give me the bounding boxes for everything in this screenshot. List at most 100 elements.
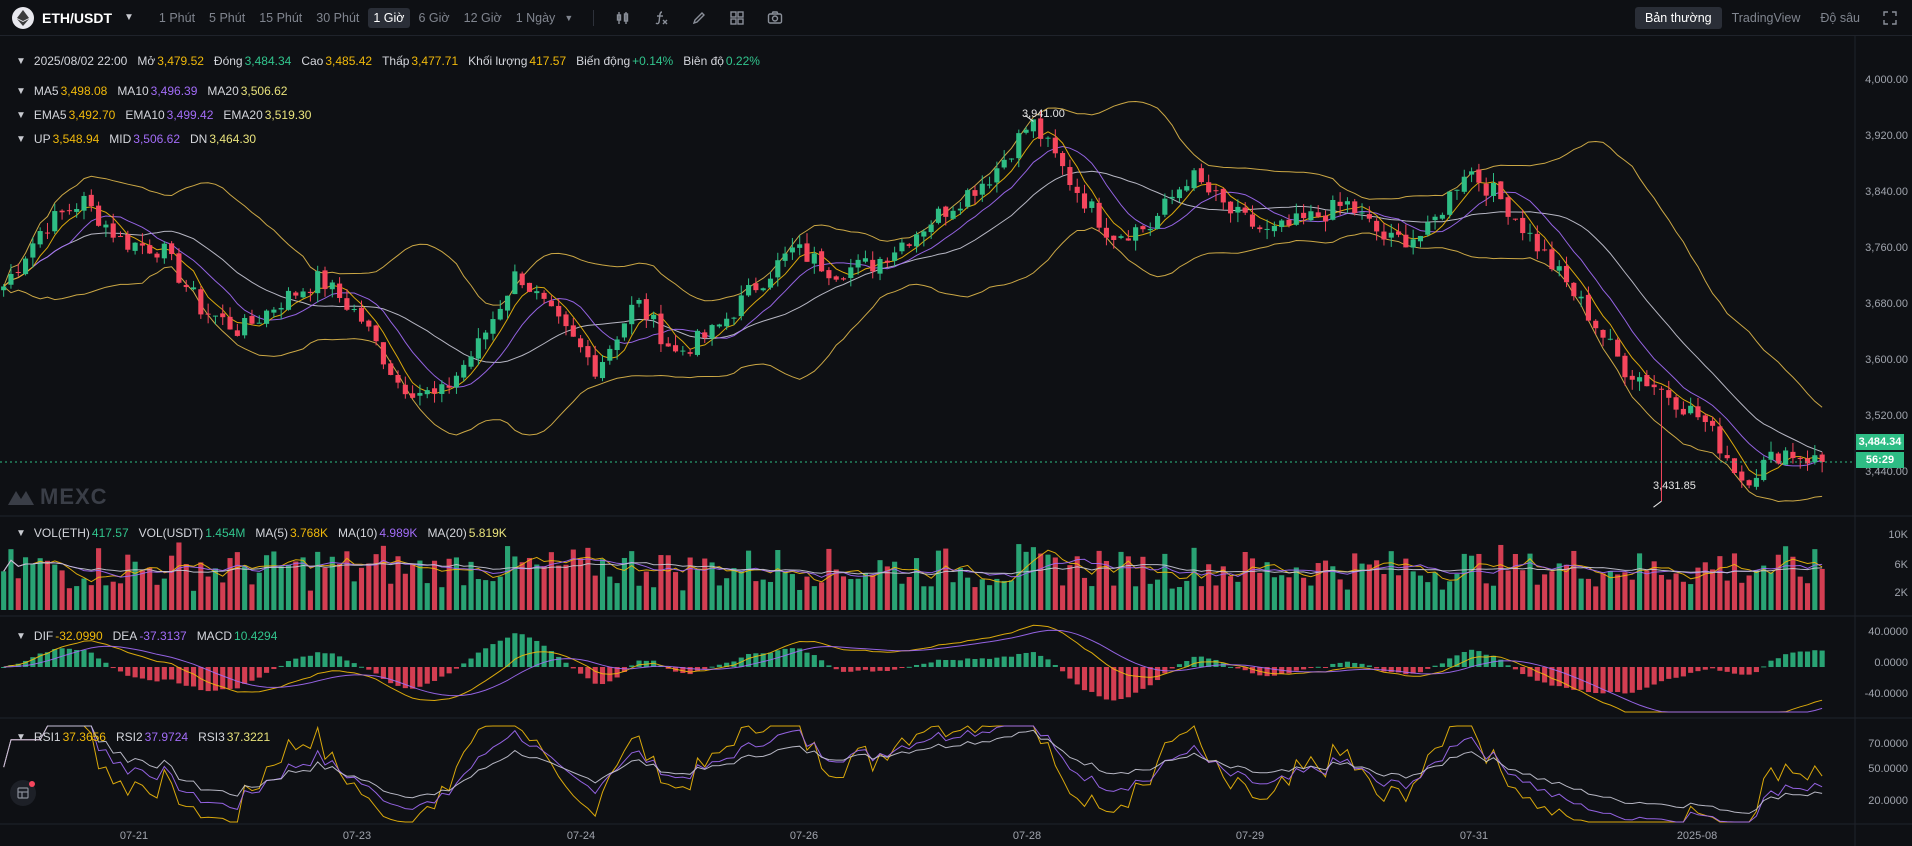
candle-body <box>1045 137 1051 139</box>
macd-histogram-bar <box>636 660 642 667</box>
kline-chart[interactable] <box>0 36 1912 846</box>
ema20-value: 3,519.30 <box>264 108 312 122</box>
volume-bar <box>1637 553 1643 610</box>
view-standard[interactable]: Bản thường <box>1634 7 1722 29</box>
ma10-value: 3,496.39 <box>150 84 198 98</box>
candle-body <box>621 323 627 338</box>
macd-histogram-bar <box>1717 667 1723 671</box>
volume-bar <box>278 566 284 610</box>
date-tick: 07-29 <box>1235 830 1265 842</box>
candle-body <box>1228 201 1234 214</box>
volume-bar <box>1680 581 1686 610</box>
candle-body <box>1096 202 1102 228</box>
camera-icon[interactable] <box>764 7 786 29</box>
candle-body <box>344 298 350 310</box>
volume-bar <box>899 583 905 610</box>
macd-histogram-bar <box>1125 667 1131 698</box>
volume-bar <box>1096 550 1102 610</box>
view-tradingview[interactable]: TradingView <box>1722 7 1811 29</box>
volume-bar <box>169 555 175 610</box>
formula-icon[interactable] <box>650 7 672 29</box>
chevron-down-icon[interactable]: ▼ <box>16 56 26 67</box>
chart-settings-button[interactable] <box>10 780 36 806</box>
chevron-down-icon[interactable]: ▼ <box>124 12 134 23</box>
indicator-icon[interactable] <box>612 7 634 29</box>
macd-histogram-bar <box>592 667 598 684</box>
chevron-down-icon[interactable]: ▼ <box>16 732 26 743</box>
macd-histogram-bar <box>840 667 847 672</box>
interval-1m[interactable]: 1 Phút <box>154 8 200 28</box>
volume-bar <box>190 590 197 610</box>
macd-histogram-bar <box>1731 667 1738 674</box>
macd-histogram-bar <box>870 667 876 672</box>
volume-bar <box>709 562 715 610</box>
volume-bar <box>337 563 343 610</box>
chevron-down-icon[interactable]: ▼ <box>16 134 26 145</box>
volume-bar <box>249 584 255 610</box>
interval-1h[interactable]: 1 Giờ <box>368 7 410 28</box>
candle-body <box>607 348 613 361</box>
macd-histogram-bar <box>965 658 971 667</box>
volume-bar <box>1242 551 1248 610</box>
price-tick: 3,920.00 <box>1865 130 1908 142</box>
macd-label: MACD <box>196 629 233 643</box>
boll-lower-line <box>3 227 1823 503</box>
candle-body <box>614 339 620 351</box>
volume-bar <box>52 564 58 610</box>
volume-bar <box>366 563 372 610</box>
interval-15m[interactable]: 15 Phút <box>254 8 307 28</box>
volume-bar <box>738 570 744 610</box>
volume-bar <box>848 579 854 610</box>
open-value: 3,479.52 <box>157 54 204 68</box>
candle-body <box>1271 225 1277 232</box>
view-depth[interactable]: Độ sâu <box>1810 7 1870 29</box>
interval-1d[interactable]: 1 Ngày <box>511 8 561 28</box>
chevron-down-icon[interactable]: ▼ <box>564 13 573 23</box>
candle-body <box>8 273 14 285</box>
chevron-down-icon[interactable]: ▼ <box>16 110 26 121</box>
candle-body <box>1607 338 1613 340</box>
volume-bar <box>424 583 430 610</box>
chevron-down-icon[interactable]: ▼ <box>16 528 26 539</box>
candle-body <box>88 194 94 207</box>
macd-histogram-bar <box>1607 667 1613 692</box>
chevron-down-icon[interactable]: ▼ <box>16 631 26 642</box>
volume-bar <box>256 572 262 610</box>
interval-6h[interactable]: 6 Giờ <box>414 8 455 28</box>
candle-body <box>278 307 284 310</box>
interval-12h[interactable]: 12 Giờ <box>459 8 507 28</box>
volume-bar <box>1330 566 1336 610</box>
macd-histogram-bar <box>1432 665 1438 667</box>
volume-bar <box>1731 553 1738 610</box>
candle-body <box>1213 190 1219 192</box>
macd-histogram-bar <box>212 667 218 691</box>
macd-histogram-bar <box>1615 667 1621 693</box>
price-tick: 3,520.00 <box>1865 410 1908 422</box>
pencil-icon[interactable] <box>688 7 710 29</box>
boll-up-value: 3,548.94 <box>52 132 100 146</box>
pair-name: ETH/USDT <box>42 9 112 26</box>
macd-histogram-bar <box>935 659 942 667</box>
interval-30m[interactable]: 30 Phút <box>311 8 364 28</box>
macd-histogram-bar <box>1293 667 1299 671</box>
volume-bar <box>264 555 270 610</box>
fullscreen-icon[interactable] <box>1878 6 1902 30</box>
volume-bar <box>987 585 993 610</box>
volume-bar <box>1549 571 1555 610</box>
volume-bar <box>526 557 533 610</box>
chevron-down-icon[interactable]: ▼ <box>16 86 26 97</box>
volume-bar <box>351 581 357 610</box>
volume-bar <box>103 585 109 610</box>
interval-5m[interactable]: 5 Phút <box>204 8 250 28</box>
macd-histogram-bar <box>899 667 905 668</box>
layout-grid-icon[interactable] <box>726 7 748 29</box>
macd-histogram-bar <box>1658 667 1665 682</box>
candle-body <box>23 258 29 275</box>
candle-body <box>1315 212 1321 217</box>
volume-bar <box>1337 579 1343 610</box>
candle-body <box>1220 188 1226 203</box>
pair-selector[interactable]: ETH/USDT ▼ <box>0 0 134 36</box>
macd-histogram-bar <box>848 667 854 672</box>
macd-histogram-bar <box>943 660 949 667</box>
volume-bar <box>1344 589 1350 610</box>
